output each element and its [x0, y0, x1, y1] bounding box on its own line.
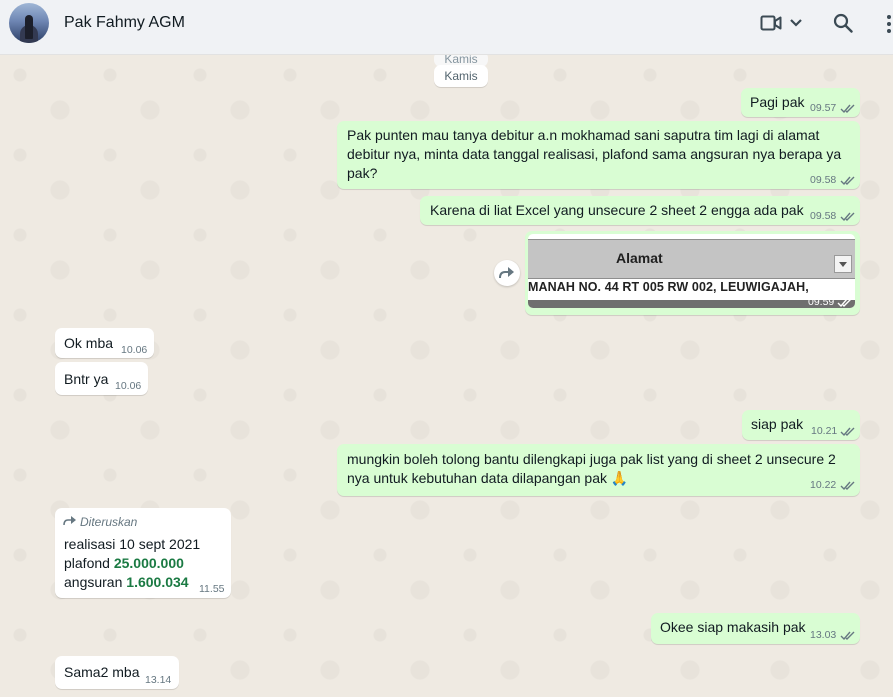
- message-incoming[interactable]: Bntr ya 10.06: [55, 362, 148, 395]
- read-receipt-icon: [840, 427, 855, 437]
- message-text: realisasi 10 sept 2021: [64, 536, 201, 552]
- spreadsheet-cell-text: MANAH NO. 44 RT 005 RW 002, LEUWIGAJAH,: [528, 280, 809, 294]
- forwarded-icon: [63, 516, 76, 526]
- search-icon[interactable]: [833, 13, 853, 33]
- video-call-icon[interactable]: [760, 14, 782, 32]
- message-outgoing-image[interactable]: Alamat MANAH NO. 44 RT 005 RW 002, LEUWI…: [525, 231, 860, 315]
- message-text: angsuran 1.600.034: [64, 573, 189, 592]
- contact-name[interactable]: Pak Fahmy AGM: [64, 14, 185, 32]
- message-time: 09.59: [808, 296, 835, 308]
- message-text: mungkin boleh tolong bantu dilengkapi ju…: [347, 451, 836, 467]
- message-text: pak?: [347, 165, 378, 181]
- spreadsheet-header-cell: Alamat: [528, 239, 855, 279]
- read-receipt-icon: [840, 481, 855, 491]
- message-outgoing[interactable]: Pagi pak 09.57: [741, 88, 860, 117]
- excel-screenshot-image[interactable]: Alamat MANAH NO. 44 RT 005 RW 002, LEUWI…: [528, 234, 855, 308]
- message-text: Bntr ya: [64, 371, 109, 387]
- message-outgoing[interactable]: Okee siap makasih pak 13.03: [651, 613, 860, 644]
- message-text: nya untuk kebutuhan data dilapangan pak …: [347, 470, 629, 486]
- message-time: 10.22: [810, 479, 837, 491]
- message-text: plafond 25.000.000: [64, 554, 184, 573]
- spreadsheet-border: [528, 300, 855, 308]
- message-time: 10.06: [115, 380, 142, 392]
- message-time: 09.57: [810, 102, 837, 114]
- message-incoming[interactable]: Sama2 mba 13.14: [55, 656, 179, 689]
- spreadsheet-column-title: Alamat: [616, 250, 663, 266]
- angsuran-value: 1.600.034: [126, 574, 189, 590]
- message-incoming-forwarded[interactable]: Diteruskan realisasi 10 sept 2021 plafon…: [55, 508, 231, 598]
- filter-dropdown: [834, 255, 852, 273]
- plafond-label: plafond: [64, 555, 110, 571]
- read-receipt-icon: [837, 298, 852, 308]
- message-time: 09.58: [810, 174, 837, 186]
- message-text: Okee siap makasih pak: [660, 619, 806, 635]
- dropdown-arrow-icon: [839, 262, 847, 267]
- plafond-value: 25.000.000: [113, 555, 184, 571]
- message-incoming[interactable]: Ok mba 10.06: [55, 328, 154, 358]
- message-text: Pagi pak: [750, 94, 805, 110]
- chevron-down-icon[interactable]: [789, 18, 803, 28]
- message-time: 13.03: [810, 629, 837, 641]
- read-receipt-icon: [840, 631, 855, 641]
- message-time: 10.21: [811, 425, 838, 437]
- message-text: Ok mba: [64, 335, 114, 351]
- message-text: debitur nya, minta data tanggal realisas…: [347, 146, 842, 162]
- conversation-panel[interactable]: Kamis Kamis Pagi pak 09.57 Pak punten ma…: [0, 55, 893, 697]
- message-time: 13.14: [145, 674, 172, 686]
- angsuran-label: angsuran: [64, 574, 123, 590]
- read-receipt-icon: [840, 176, 855, 186]
- message-outgoing[interactable]: Pak punten mau tanya debitur a.n mokhama…: [337, 121, 860, 189]
- avatar[interactable]: [9, 3, 49, 43]
- message-text: Sama2 mba: [64, 664, 140, 680]
- date-separator: Kamis: [434, 65, 488, 87]
- message-time: 11.55: [199, 583, 225, 595]
- menu-icon[interactable]: [883, 13, 891, 35]
- forward-icon: [499, 267, 514, 279]
- message-outgoing[interactable]: mungkin boleh tolong bantu dilengkapi ju…: [337, 444, 860, 496]
- forwarded-label: Diteruskan: [80, 515, 138, 529]
- message-outgoing[interactable]: Karena di liat Excel yang unsecure 2 she…: [420, 196, 860, 225]
- message-text: Pak punten mau tanya debitur a.n mokhama…: [347, 127, 820, 143]
- message-text: Karena di liat Excel yang unsecure 2 she…: [430, 202, 804, 218]
- forward-media-button[interactable]: [494, 260, 520, 286]
- message-time: 10.06: [121, 344, 148, 356]
- message-time: 09.58: [810, 210, 837, 222]
- read-receipt-icon: [840, 104, 855, 114]
- message-text: siap pak: [751, 416, 804, 432]
- chat-header: Pak Fahmy AGM: [0, 0, 893, 55]
- read-receipt-icon: [840, 212, 855, 222]
- message-outgoing[interactable]: siap pak 10.21: [742, 410, 860, 440]
